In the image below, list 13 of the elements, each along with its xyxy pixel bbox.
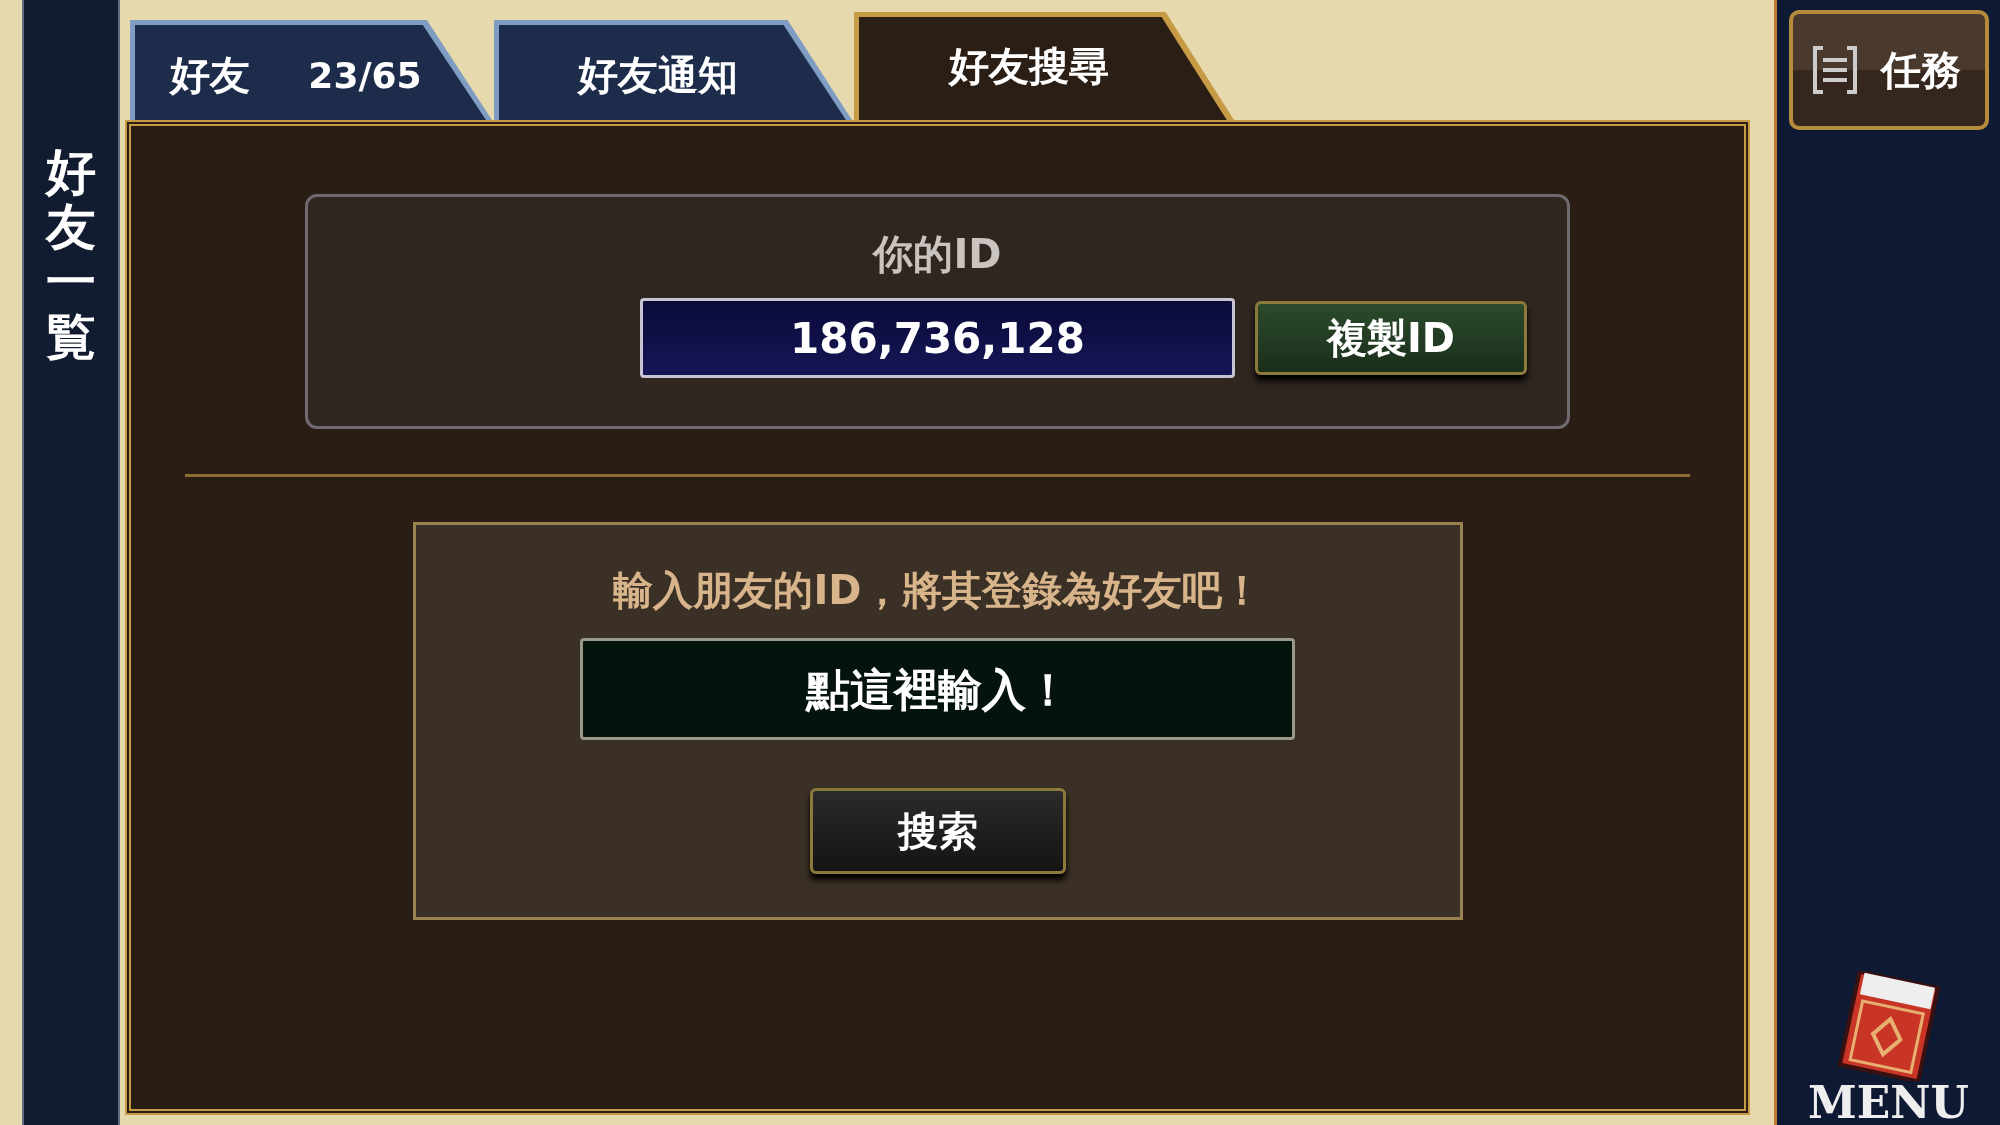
menu-button[interactable]: MENU	[1808, 971, 1969, 1125]
input-field[interactable]: 點這裡輸入！	[580, 638, 1295, 740]
id-label: 你的ID	[873, 230, 1002, 279]
id-field: 186,736,128	[640, 298, 1235, 378]
quest-button[interactable]: 任務	[1788, 10, 1989, 130]
search-button[interactable]: 搜索	[809, 788, 1066, 874]
copy-id-button[interactable]: 複製ID	[1255, 301, 1527, 375]
sidebar-title: 好友一覧	[46, 145, 96, 365]
tab[interactable]: 好友通知	[494, 20, 852, 120]
search-prompt: 輸入朋友的ID，將其登錄為好友吧！	[613, 566, 1262, 615]
tab[interactable]: 好友搜尋	[854, 12, 1234, 120]
friend-count: 23/65	[308, 54, 422, 96]
tab[interactable]: 好友 23/65	[130, 20, 492, 120]
